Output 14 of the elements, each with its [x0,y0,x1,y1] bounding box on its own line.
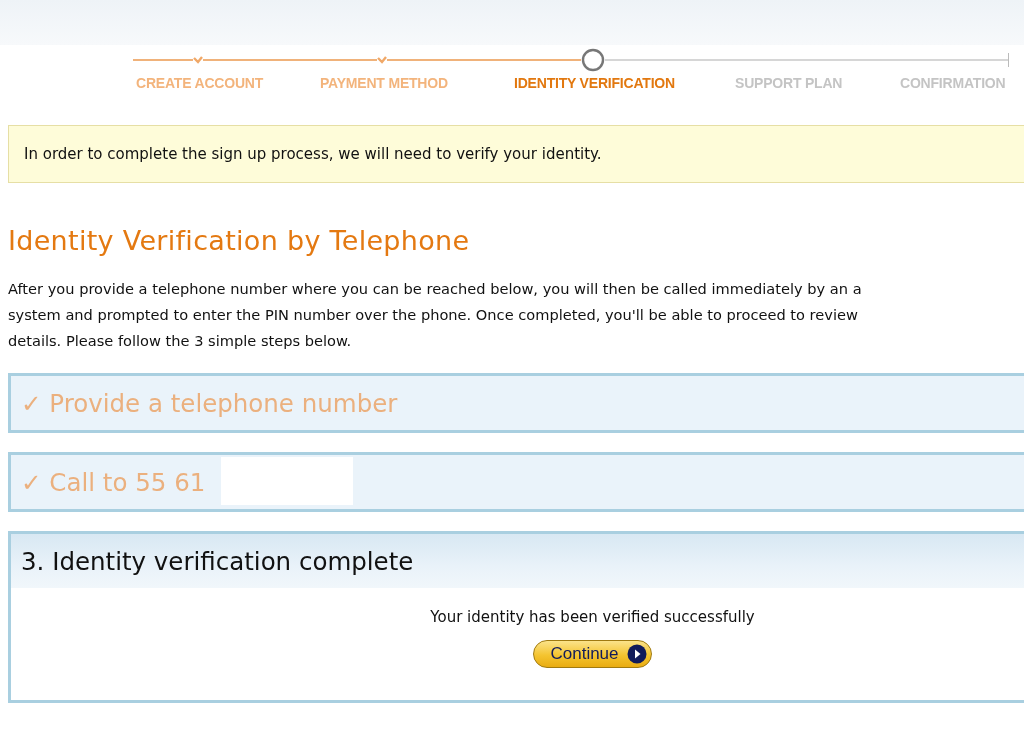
page-heading: Identity Verification by Telephone [8,225,471,256]
step-label: CREATE ACCOUNT [135,75,265,91]
continue-button[interactable]: Continue [533,640,652,668]
panel-title: ✓ Call to 55 61 [21,467,206,497]
step-label: IDENTITY VERIFICATION [513,75,676,91]
step-label: SUPPORT PLAN [734,75,844,91]
panel-title: 3. Identity verification complete [21,546,414,576]
step-label: CONFIRMATION [899,75,1007,91]
intro-paragraph: After you provide a telephone number where you can be reached below, you will then be called immediately by an a system and prompted to enter the PIN number over the phone. Once completed, you'll be able to proceed to review details. Please follow the 3 simple steps below. [8,279,863,351]
notice-text: In order to complete the sign up process, we will need to verify your identity. [24,145,602,163]
panel-title: ✓ Provide a telephone number [21,388,398,418]
play-icon [626,644,647,664]
success-message: Your identity has been verified successfully [430,608,755,626]
step-label: PAYMENT METHOD [319,75,449,91]
